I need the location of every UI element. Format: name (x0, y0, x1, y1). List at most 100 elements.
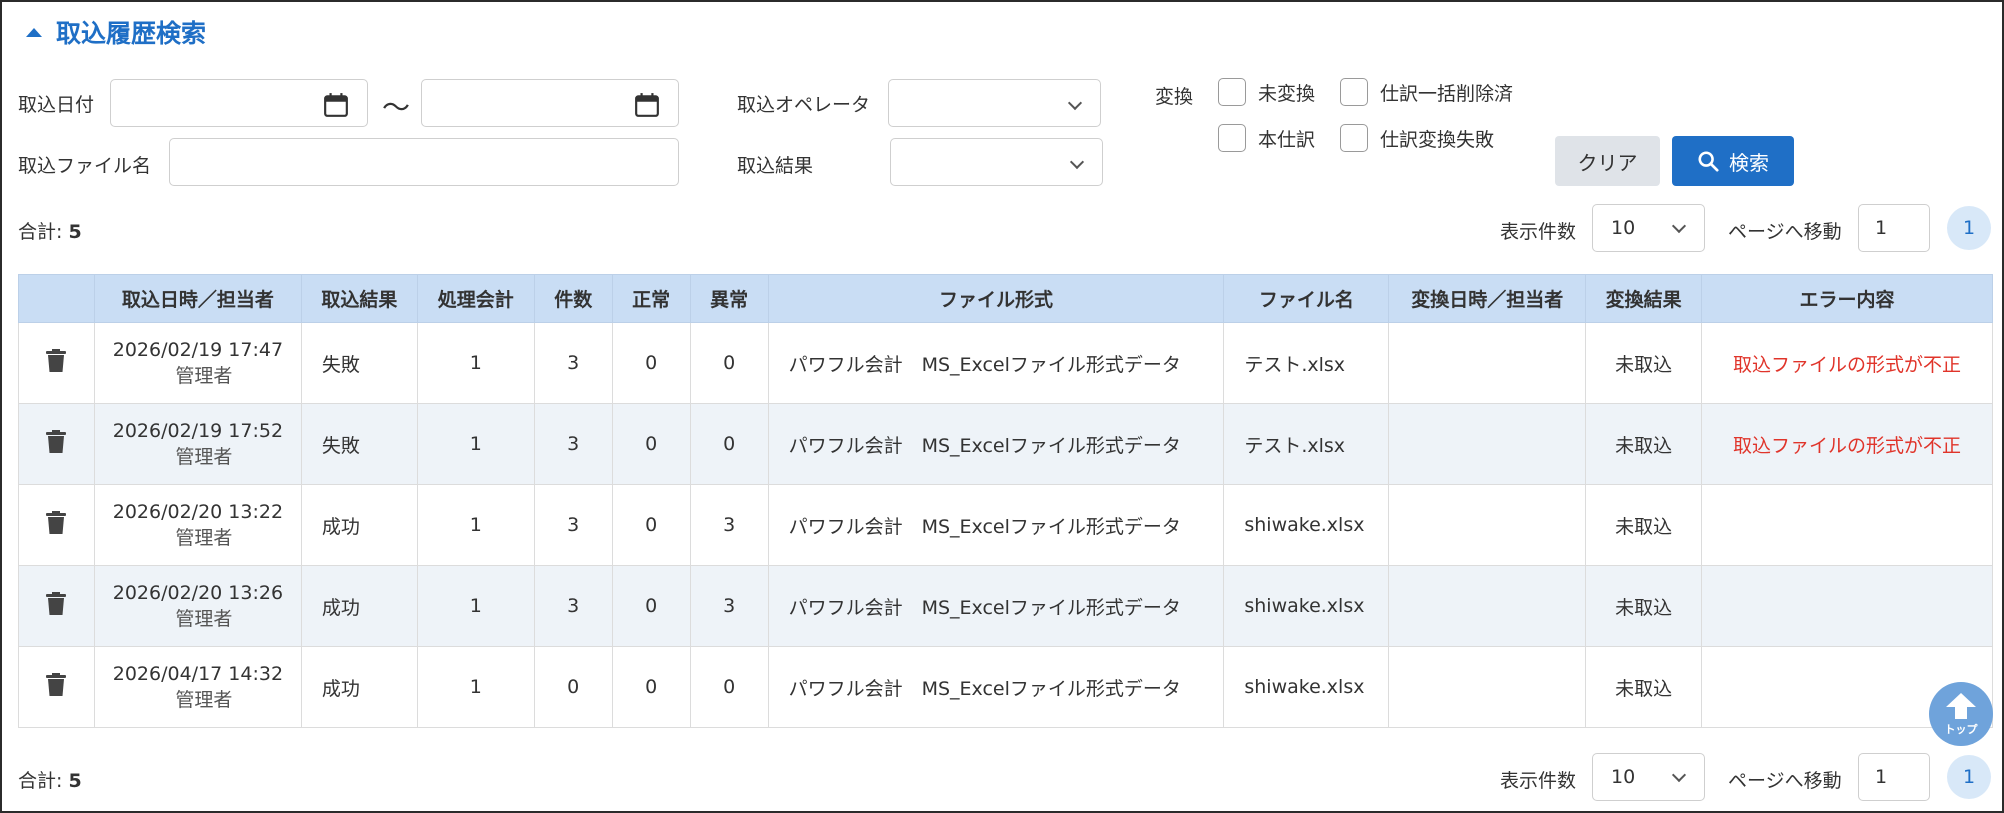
import-datetime: 2026/02/20 13:26 (112, 581, 284, 604)
col-header-account[interactable]: 処理会計 (416, 274, 535, 323)
table-row[interactable]: 2026/04/17 14:32 管理者 成功 1 0 0 0 パワフル会計 MS_Excel… (18, 646, 1993, 728)
col-header-file-name[interactable]: ファイル名 (1223, 274, 1390, 323)
cell-convert-datetime (1388, 484, 1587, 566)
total-count: 合計: 5 (18, 221, 82, 243)
col-header-import-result[interactable]: 取込結果 (300, 274, 418, 323)
import-date-label: 取込日付 (18, 94, 95, 116)
date-to-input[interactable] (421, 79, 679, 127)
trash-icon[interactable] (46, 429, 67, 459)
import-operator: 管理者 (175, 688, 233, 711)
cell-import-datetime: 2026/04/17 14:32 管理者 (93, 646, 302, 728)
col-header-normal[interactable]: 正常 (611, 274, 691, 323)
file-name-input[interactable] (169, 138, 679, 186)
calendar-icon[interactable] (634, 92, 660, 118)
cell-file-name: テスト.xlsx (1223, 403, 1390, 485)
import-operator: 管理者 (175, 607, 233, 630)
operator-label: 取込オペレータ (737, 94, 871, 116)
calendar-icon[interactable] (323, 92, 349, 118)
convert-label: 変換 (1155, 86, 1194, 108)
cell-file-format: パワフル会計 MS_Excelファイル形式データ (767, 403, 1225, 485)
page-number-button[interactable]: 1 (1947, 206, 1991, 250)
cell-account: 1 (416, 646, 535, 728)
page-number-button[interactable]: 1 (1947, 755, 1991, 799)
checkbox-unconverted[interactable]: 未変換 (1218, 78, 1315, 106)
cell-account: 1 (416, 484, 535, 566)
checkbox-box[interactable] (1218, 124, 1246, 152)
cell-normal: 0 (611, 646, 691, 728)
col-header-action (18, 274, 95, 323)
section-toggle[interactable]: 取込履歴検索 (26, 14, 206, 50)
col-header-import-datetime[interactable]: 取込日時／担当者 (93, 274, 302, 323)
import-datetime: 2026/02/20 13:22 (112, 500, 284, 523)
cell-error (1701, 484, 1993, 566)
clear-button[interactable]: クリア (1555, 136, 1660, 186)
import-datetime: 2026/04/17 14:32 (112, 662, 284, 685)
cell-convert-datetime (1388, 565, 1587, 647)
checkbox-label: 仕訳変換失敗 (1380, 128, 1495, 151)
checkbox-label: 仕訳一括削除済 (1380, 82, 1514, 105)
cell-import-datetime: 2026/02/19 17:47 管理者 (93, 322, 302, 404)
caret-up-icon (26, 27, 42, 37)
cell-import-result: 失敗 (300, 403, 418, 485)
import-operator: 管理者 (175, 445, 233, 468)
file-name-label: 取込ファイル名 (18, 155, 152, 177)
per-page-select[interactable]: 10 (1592, 753, 1705, 801)
table-row[interactable]: 2026/02/19 17:52 管理者 失敗 1 3 0 0 パワフル会計 MS_Excel… (18, 403, 1993, 485)
col-header-convert-result[interactable]: 変換結果 (1585, 274, 1703, 323)
checkbox-box[interactable] (1218, 78, 1246, 106)
cell-file-format: パワフル会計 MS_Excelファイル形式データ (767, 646, 1225, 728)
cell-action (18, 484, 95, 566)
checkbox-box[interactable] (1340, 124, 1368, 152)
chevron-down-icon (1067, 95, 1083, 111)
goto-page-label: ページへ移動 (1728, 770, 1842, 792)
table-row[interactable]: 2026/02/20 13:26 管理者 成功 1 3 0 3 パワフル会計 MS_Excel… (18, 565, 1993, 647)
trash-icon[interactable] (46, 591, 67, 621)
cell-import-result: 失敗 (300, 322, 418, 404)
cell-convert-datetime (1388, 322, 1587, 404)
col-header-error[interactable]: エラー内容 (1701, 274, 1993, 323)
trash-icon[interactable] (46, 348, 67, 378)
col-header-count[interactable]: 件数 (533, 274, 613, 323)
cell-abnormal: 0 (689, 322, 769, 404)
checkbox-box[interactable] (1340, 78, 1368, 106)
table-row[interactable]: 2026/02/19 17:47 管理者 失敗 1 3 0 0 パワフル会計 MS_Excel… (18, 322, 1993, 404)
cell-import-datetime: 2026/02/20 13:26 管理者 (93, 565, 302, 647)
cell-convert-result: 未取込 (1585, 403, 1703, 485)
col-header-convert-datetime[interactable]: 変換日時／担当者 (1388, 274, 1587, 323)
cell-abnormal: 0 (689, 403, 769, 485)
per-page-select[interactable]: 10 (1592, 204, 1705, 252)
trash-icon[interactable] (46, 672, 67, 702)
search-button[interactable]: 検索 (1672, 136, 1794, 186)
result-select[interactable] (890, 138, 1103, 186)
trash-icon[interactable] (46, 510, 67, 540)
cell-file-format: パワフル会計 MS_Excelファイル形式データ (767, 322, 1225, 404)
cell-import-result: 成功 (300, 565, 418, 647)
cell-import-datetime: 2026/02/19 17:52 管理者 (93, 403, 302, 485)
date-from-input[interactable] (110, 79, 368, 127)
cell-abnormal: 0 (689, 646, 769, 728)
col-header-file-format[interactable]: ファイル形式 (767, 274, 1225, 323)
cell-error (1701, 565, 1993, 647)
checkbox-bulk-deleted[interactable]: 仕訳一括削除済 (1340, 78, 1513, 106)
operator-select[interactable] (888, 79, 1101, 127)
checkbox-convert-failed[interactable]: 仕訳変換失敗 (1340, 124, 1494, 152)
result-label: 取込結果 (737, 155, 814, 177)
goto-page-label: ページへ移動 (1728, 221, 1842, 243)
cell-file-format: パワフル会計 MS_Excelファイル形式データ (767, 565, 1225, 647)
checkbox-main-journal[interactable]: 本仕訳 (1218, 124, 1315, 152)
cell-import-result: 成功 (300, 484, 418, 566)
cell-file-format: パワフル会計 MS_Excelファイル形式データ (767, 484, 1225, 566)
cell-abnormal: 3 (689, 484, 769, 566)
import-operator: 管理者 (175, 364, 233, 387)
back-to-top-button[interactable]: トップ (1929, 682, 1993, 746)
cell-convert-datetime (1388, 403, 1587, 485)
goto-page-input[interactable]: 1 (1858, 204, 1930, 252)
table-row[interactable]: 2026/02/20 13:22 管理者 成功 1 3 0 3 パワフル会計 MS_Excel… (18, 484, 1993, 566)
col-header-abnormal[interactable]: 異常 (689, 274, 769, 323)
checkbox-label: 本仕訳 (1258, 128, 1316, 151)
cell-normal: 0 (611, 322, 691, 404)
cell-convert-result: 未取込 (1585, 322, 1703, 404)
cell-action (18, 565, 95, 647)
cell-error: 取込ファイルの形式が不正 (1701, 403, 1993, 485)
goto-page-input[interactable]: 1 (1858, 753, 1930, 801)
